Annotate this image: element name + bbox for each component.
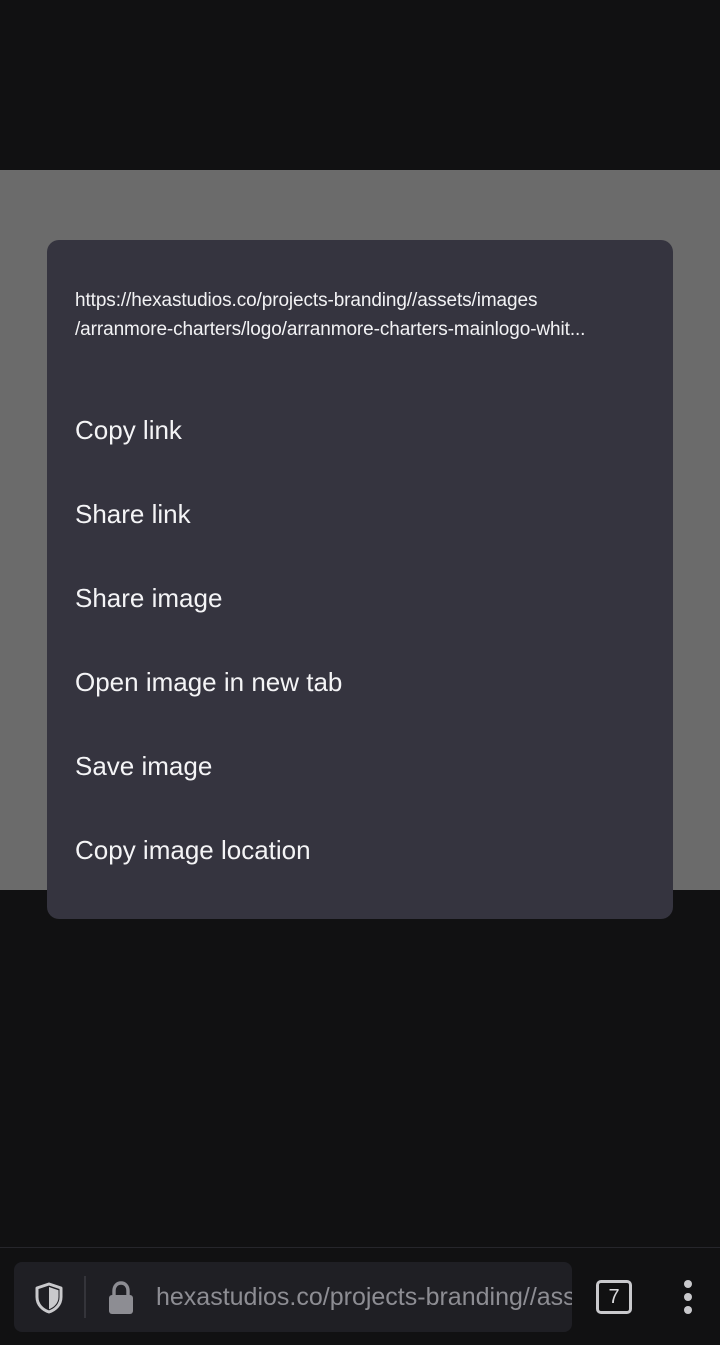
menu-item-share-image[interactable]: Share image xyxy=(47,556,673,640)
shield-icon[interactable] xyxy=(34,1282,64,1314)
menu-item-save-image[interactable]: Save image xyxy=(47,724,673,808)
tabs-counter-button[interactable]: 7 xyxy=(596,1280,632,1314)
more-vert-icon[interactable] xyxy=(676,1278,700,1316)
url-line-1: https://hexastudios.co/projects-branding… xyxy=(75,290,538,311)
page-lower-area xyxy=(0,890,720,1247)
menu-dot xyxy=(684,1293,692,1301)
address-bar-url[interactable]: hexastudios.co/projects-branding//assets… xyxy=(156,1262,572,1332)
url-line-2: /arranmore-charters/logo/arranmore-chart… xyxy=(75,319,586,340)
menu-dot xyxy=(684,1306,692,1314)
lock-icon xyxy=(109,1281,133,1314)
context-menu-list: Copy link Share link Share image Open im… xyxy=(47,388,673,892)
image-context-menu: https://hexastudios.co/projects-branding… xyxy=(47,240,673,919)
address-bar-divider xyxy=(84,1276,86,1318)
browser-screen: https://hexastudios.co/projects-branding… xyxy=(0,0,720,1345)
menu-item-open-image-new-tab[interactable]: Open image in new tab xyxy=(47,640,673,724)
bottom-toolbar: hexastudios.co/projects-branding//assets… xyxy=(0,1247,720,1345)
menu-item-copy-link[interactable]: Copy link xyxy=(47,388,673,472)
address-bar[interactable]: hexastudios.co/projects-branding//assets… xyxy=(14,1262,572,1332)
context-menu-url: https://hexastudios.co/projects-branding… xyxy=(75,286,653,344)
menu-item-share-link[interactable]: Share link xyxy=(47,472,673,556)
menu-item-copy-image-location[interactable]: Copy image location xyxy=(47,808,673,892)
page-header-area xyxy=(0,0,720,170)
menu-dot xyxy=(684,1280,692,1288)
